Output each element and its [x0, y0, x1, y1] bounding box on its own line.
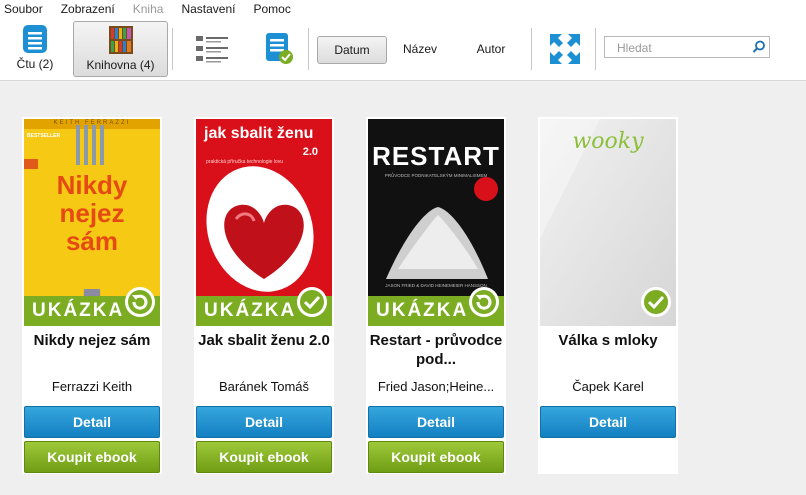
- checkmark-icon: [641, 287, 671, 317]
- detail-button[interactable]: Detail: [368, 406, 504, 438]
- book-card: wooky Válka s mloky Čapek Karel Detail: [538, 117, 678, 474]
- detail-button[interactable]: Detail: [24, 406, 160, 438]
- cover-title: RESTART: [372, 141, 500, 171]
- detail-button[interactable]: Detail: [196, 406, 332, 438]
- menu-nastaveni[interactable]: Nastavení: [177, 2, 243, 16]
- cover-badge: BESTSELLER: [27, 133, 61, 139]
- menu-pomoc[interactable]: Pomoc: [249, 2, 298, 16]
- add-book-icon[interactable]: [264, 31, 296, 65]
- book-title: Restart - průvodce pod...: [369, 332, 503, 368]
- detail-button[interactable]: Detail: [540, 406, 676, 438]
- book-author: Čapek Karel: [572, 379, 644, 394]
- checkmark-icon: [297, 287, 327, 317]
- buy-ebook-button[interactable]: Koupit ebook: [368, 441, 504, 473]
- book-title: Jak sbalit ženu 2.0: [198, 332, 330, 349]
- book-cover[interactable]: wooky: [540, 119, 676, 326]
- cover-subtitle: PRŮVODCE PODNIKATELSKÝM MINIMALISMEM: [384, 173, 488, 178]
- sample-refresh-icon: [125, 287, 155, 317]
- book-title: Nikdy nejez sám: [33, 332, 151, 349]
- menu-zobrazeni[interactable]: Zobrazení: [57, 2, 123, 16]
- library-label: Knihovna (4): [86, 58, 155, 72]
- buy-ebook-button[interactable]: Koupit ebook: [24, 441, 160, 473]
- book-cover[interactable]: jak sbalit ženu 2.0 praktická příručka t…: [196, 119, 332, 326]
- buy-ebook-button[interactable]: Koupit ebook: [196, 441, 332, 473]
- search-box: [604, 36, 770, 58]
- book-author: Ferrazzi Keith: [51, 379, 133, 394]
- toolbar-separator: [308, 28, 309, 70]
- book-title: Válka s mloky: [558, 332, 658, 349]
- toolbar-separator: [531, 28, 532, 70]
- cover-title: Nikdy nejez sám: [56, 170, 128, 256]
- menu-bar: Soubor Zobrazení Kniha Nastavení Pomoc: [0, 0, 806, 18]
- sort-date-button[interactable]: Datum: [317, 36, 387, 64]
- toolbar-separator: [172, 28, 173, 70]
- book-card: jak sbalit ženu 2.0 praktická příručka t…: [194, 117, 334, 474]
- menu-kniha: Kniha: [132, 2, 164, 16]
- book-shelf: KEITH FERRAZZI BESTSELLER Nikdy nejez sám …: [0, 81, 806, 495]
- book-card: KEITH FERRAZZI BESTSELLER Nikdy nejez sám …: [22, 117, 162, 474]
- toolbar: Čtu (2) Knihovna (4) Datum Název Autor: [0, 18, 806, 81]
- sort-title-button[interactable]: Název: [394, 36, 446, 62]
- book-card: RESTART PRŮVODCE PODNIKATELSKÝM MINIMALI…: [366, 117, 506, 474]
- search-icon[interactable]: [752, 40, 766, 54]
- cover-title: jak sbalit ženu 2.0: [204, 125, 318, 158]
- book-list-icon: [23, 25, 47, 53]
- book-author: Baránek Tomáš: [218, 379, 310, 394]
- search-input[interactable]: [615, 38, 759, 58]
- cover-author: KEITH FERRAZZI: [53, 120, 131, 126]
- bookshelf-icon: [108, 26, 133, 54]
- sort-author-button[interactable]: Autor: [466, 36, 516, 62]
- toolbar-separator: [595, 28, 596, 70]
- cover-subtitle: praktická příručka technologie lovu: [206, 159, 283, 165]
- reading-button[interactable]: Čtu (2): [6, 24, 64, 71]
- menu-soubor[interactable]: Soubor: [0, 2, 51, 16]
- library-button[interactable]: Knihovna (4): [73, 21, 168, 77]
- book-cover[interactable]: RESTART PRŮVODCE PODNIKATELSKÝM MINIMALI…: [368, 119, 504, 326]
- list-view-icon[interactable]: [196, 34, 230, 64]
- book-cover[interactable]: KEITH FERRAZZI BESTSELLER Nikdy nejez sám …: [24, 119, 160, 326]
- book-author: Fried Jason;Heine...: [377, 379, 495, 394]
- sample-refresh-icon: [469, 287, 499, 317]
- reading-label: Čtu (2): [16, 57, 54, 71]
- cover-logo: wooky: [572, 129, 644, 154]
- fullscreen-icon[interactable]: [548, 32, 582, 66]
